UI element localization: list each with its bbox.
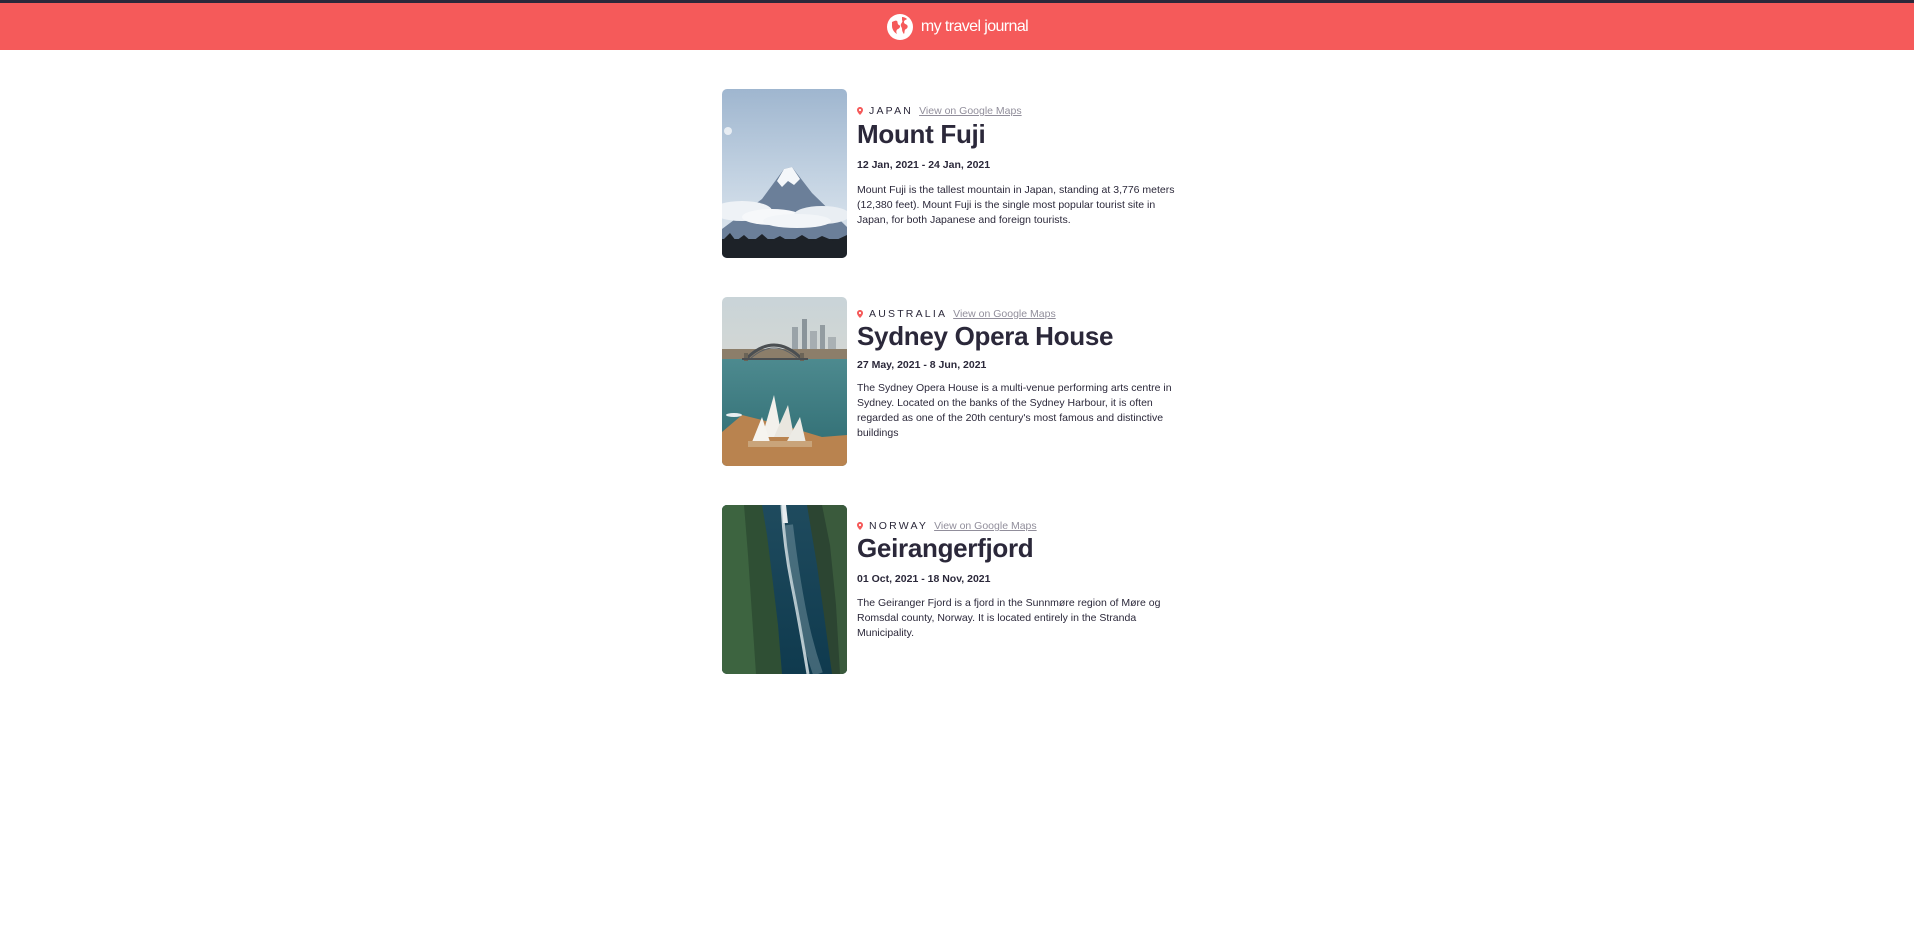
journal-entry: NORWAY View on Google Maps Geirangerfjor… bbox=[722, 505, 1202, 674]
geirangerfjord-photo bbox=[722, 505, 847, 674]
location-pin-icon bbox=[857, 522, 863, 530]
location-row: JAPAN View on Google Maps bbox=[857, 104, 1197, 118]
location-row: NORWAY View on Google Maps bbox=[857, 519, 1197, 533]
entry-description: Mount Fuji is the tallest mountain in Ja… bbox=[857, 184, 1175, 226]
entry-title: Geirangerfjord bbox=[857, 533, 1034, 563]
entry-description: The Sydney Opera House is a multi-venue … bbox=[857, 382, 1172, 439]
globe-icon bbox=[886, 13, 913, 40]
entry-dates: 27 May, 2021 - 8 Jun, 2021 bbox=[857, 359, 987, 371]
entry-info: JAPAN View on Google Maps Mount Fuji 12 … bbox=[857, 89, 1197, 228]
entry-country: AUSTRALIA bbox=[869, 308, 948, 320]
entry-info: AUSTRALIA View on Google Maps Sydney Ope… bbox=[857, 297, 1197, 441]
entry-info: NORWAY View on Google Maps Geirangerfjor… bbox=[857, 505, 1197, 641]
google-maps-link[interactable]: View on Google Maps bbox=[919, 105, 1022, 117]
journal-entry: JAPAN View on Google Maps Mount Fuji 12 … bbox=[722, 89, 1202, 258]
journal-entry: AUSTRALIA View on Google Maps Sydney Ope… bbox=[722, 297, 1202, 466]
app-header: my travel journal bbox=[0, 3, 1914, 50]
entry-country: NORWAY bbox=[869, 520, 929, 532]
entry-dates: 01 Oct, 2021 - 18 Nov, 2021 bbox=[857, 573, 991, 585]
entry-country: JAPAN bbox=[869, 105, 914, 117]
entry-dates: 12 Jan, 2021 - 24 Jan, 2021 bbox=[857, 159, 991, 171]
entry-title: Sydney Opera House bbox=[857, 321, 1114, 351]
entry-title: Mount Fuji bbox=[857, 119, 986, 149]
google-maps-link[interactable]: View on Google Maps bbox=[934, 520, 1037, 532]
entry-description: The Geiranger Fjord is a fjord in the Su… bbox=[857, 597, 1161, 639]
app-title: my travel journal bbox=[920, 17, 1029, 35]
location-pin-icon bbox=[857, 310, 863, 318]
location-row: AUSTRALIA View on Google Maps bbox=[857, 307, 1197, 321]
mount-fuji-photo bbox=[722, 89, 847, 258]
sydney-opera-house-photo bbox=[722, 297, 847, 466]
location-pin-icon bbox=[857, 107, 863, 115]
google-maps-link[interactable]: View on Google Maps bbox=[953, 308, 1056, 320]
